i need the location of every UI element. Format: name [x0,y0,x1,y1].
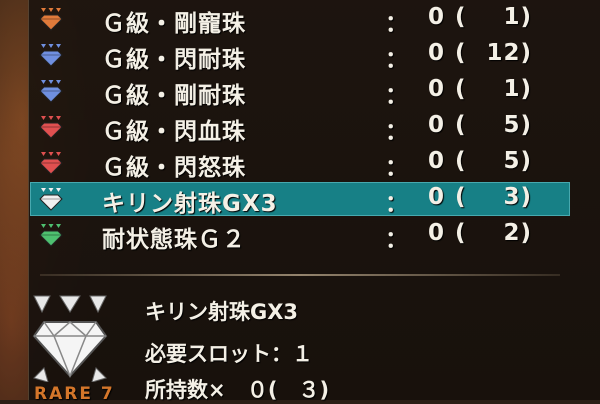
gem-icon [39,80,63,103]
decoration-row[interactable]: Ｇ級・閃血珠 ： 0 (5) [30,110,570,145]
diamond-gem-icon [32,295,108,382]
gem-icon [39,152,63,175]
open-paren: ( [455,184,467,210]
separator: ： [385,155,409,181]
decoration-name: Ｇ級・閃耐珠 [102,47,246,73]
open-paren: ( [455,220,467,246]
owned-count: 1) [503,76,532,102]
separator: ： [385,11,409,37]
owned-count: 2) [503,220,532,246]
equipped-count: 0 [428,112,446,138]
equipped-count: 0 [428,148,446,174]
detail-owned-value: ０( ３) [246,378,330,402]
open-paren: ( [455,148,467,174]
gem-icon [39,188,63,211]
divider [40,274,560,276]
decoration-row[interactable]: 耐状態珠Ｇ２ ： 0 (2) [30,218,570,253]
decoration-name: キリン射珠GX3 [102,191,278,217]
owned-count: 3) [503,184,532,210]
open-paren: ( [455,4,467,30]
separator: ： [385,83,409,109]
owned-count: 5) [503,148,532,174]
detail-item-name: キリン射珠GX3 [145,300,299,324]
owned-count: 1) [503,4,532,30]
open-paren: ( [455,76,467,102]
open-paren: ( [455,112,467,138]
decoration-row[interactable]: Ｇ級・剛耐珠 ： 0 (1) [30,74,570,109]
separator: ： [385,227,409,253]
decoration-name: Ｇ級・剛耐珠 [102,83,246,109]
decoration-row[interactable]: Ｇ級・剛寵珠 ： 0 (1) [30,2,570,37]
gem-icon [39,44,63,67]
decoration-row[interactable]: キリン射珠GX3 ： 0 (3) [30,182,570,217]
open-paren: ( [455,40,467,66]
equipped-count: 0 [428,220,446,246]
decoration-name: Ｇ級・閃血珠 [102,119,246,145]
equipped-count: 0 [428,184,446,210]
decoration-name: 耐状態珠Ｇ２ [102,227,246,253]
rarity-label: RARE 7 [34,384,115,404]
equipped-count: 0 [428,76,446,102]
owned-count: 5) [503,112,532,138]
detail-owned-label: 所持数× [145,378,226,402]
separator: ： [385,47,409,73]
gem-icon [39,116,63,139]
gem-icon [39,224,63,247]
decoration-name: Ｇ級・閃怒珠 [102,155,246,181]
owned-count: 12) [486,40,532,66]
equipped-count: 0 [428,4,446,30]
gem-icon [39,8,63,31]
separator: ： [385,119,409,145]
decoration-name: Ｇ級・剛寵珠 [102,11,246,37]
equipped-count: 0 [428,40,446,66]
separator: ： [385,191,409,217]
decoration-row[interactable]: Ｇ級・閃怒珠 ： 0 (5) [30,146,570,181]
detail-slots: 必要スロット：１ [145,342,313,366]
decoration-row[interactable]: Ｇ級・閃耐珠 ： 0 (12) [30,38,570,73]
